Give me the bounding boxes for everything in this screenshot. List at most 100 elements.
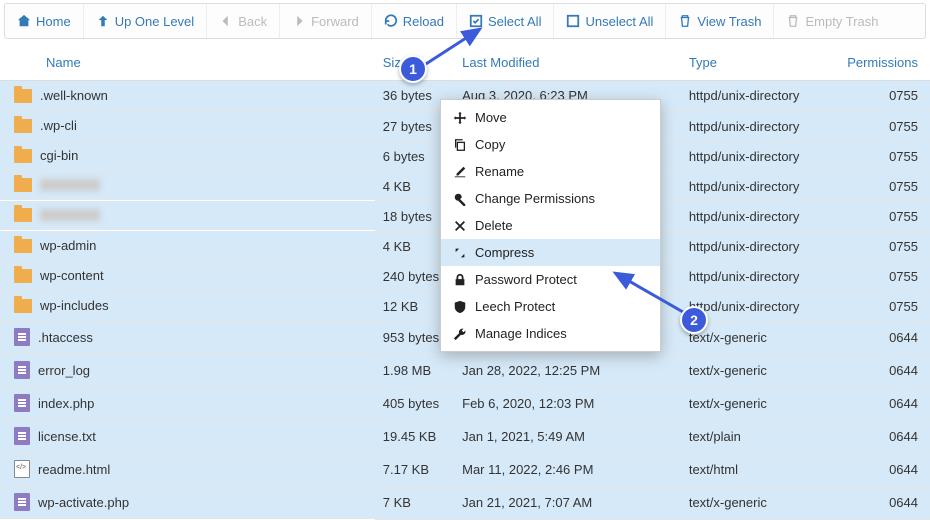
file-permissions: 0644 [839,321,930,354]
compress-icon [453,246,467,260]
up-one-level-button[interactable]: Up One Level [84,4,208,38]
column-name[interactable]: Name [0,45,375,81]
view-trash-button[interactable]: View Trash [666,4,774,38]
unselect-all-label: Unselect All [585,14,653,29]
file-icon [14,493,30,511]
file-name: .wp-cli [40,118,77,133]
file-type: httpd/unix-directory [681,201,839,231]
folder-icon [14,239,32,253]
table-row[interactable]: error_log 1.98 MB Jan 28, 2022, 12:25 PM… [0,354,930,387]
file-name: wp-includes [40,298,109,313]
file-name: index.php [38,396,94,411]
menu-item-copy[interactable]: Copy [441,131,660,158]
file-type: httpd/unix-directory [681,111,839,141]
table-row[interactable]: license.txt 19.45 KB Jan 1, 2021, 5:49 A… [0,420,930,453]
file-name: error_log [38,363,90,378]
file-type: httpd/unix-directory [681,171,839,201]
back-arrow-icon [219,14,233,28]
move-icon [453,111,467,125]
empty-trash-label: Empty Trash [805,14,878,29]
home-button[interactable]: Home [5,4,84,38]
copy-icon [453,138,467,152]
menu-item-label: Delete [475,218,513,233]
trash-icon [786,14,800,28]
folder-icon [14,208,32,222]
file-size: 7.17 KB [375,453,454,486]
forward-label: Forward [311,14,359,29]
file-modified: Feb 6, 2020, 12:03 PM [454,387,681,420]
file-name: .well-known [40,88,108,103]
lock-icon [453,273,467,287]
folder-icon [14,89,32,103]
file-permissions: 0755 [839,81,930,112]
home-icon [17,14,31,28]
folder-icon [14,149,32,163]
file-name: license.txt [38,429,96,444]
file-permissions: 0755 [839,111,930,141]
file-name: readme.html [38,462,110,477]
file-size: 405 bytes [375,387,454,420]
menu-item-label: Rename [475,164,524,179]
file-name: cgi-bin [40,148,78,163]
menu-item-change-permissions[interactable]: Change Permissions [441,185,660,212]
file-permissions: 0644 [839,354,930,387]
column-permissions[interactable]: Permissions [839,45,930,81]
home-label: Home [36,14,71,29]
file-type: text/plain [681,420,839,453]
table-row[interactable]: readme.html 7.17 KB Mar 11, 2022, 2:46 P… [0,453,930,486]
menu-item-label: Password Protect [475,272,577,287]
view-trash-label: View Trash [697,14,761,29]
shield-icon [453,300,467,314]
file-type: text/html [681,453,839,486]
file-permissions: 0755 [839,171,930,201]
file-modified: Jan 1, 2021, 5:49 AM [454,420,681,453]
column-type[interactable]: Type [681,45,839,81]
file-permissions: 0755 [839,141,930,171]
menu-item-delete[interactable]: Delete [441,212,660,239]
menu-item-move[interactable]: Move [441,104,660,131]
empty-trash-button: Empty Trash [774,4,890,38]
file-permissions: 0755 [839,201,930,231]
folder-icon [14,178,32,192]
file-size: 1.98 MB [375,354,454,387]
menu-item-label: Compress [475,245,534,260]
file-type: httpd/unix-directory [681,231,839,261]
folder-icon [14,119,32,133]
annotation-badge-1: 1 [399,55,427,83]
file-type: httpd/unix-directory [681,81,839,112]
file-permissions: 0644 [839,453,930,486]
file-name: .htaccess [38,330,93,345]
menu-item-rename[interactable]: Rename [441,158,660,185]
file-name: wp-admin [40,238,96,253]
forward-button: Forward [280,4,372,38]
rename-icon [453,165,467,179]
back-label: Back [238,14,267,29]
table-row[interactable]: index.php 405 bytes Feb 6, 2020, 12:03 P… [0,387,930,420]
file-modified: Mar 11, 2022, 2:46 PM [454,453,681,486]
file-icon [14,328,30,346]
unselect-all-button[interactable]: Unselect All [554,4,666,38]
up-arrow-icon [96,14,110,28]
menu-item-label: Manage Indices [475,326,567,341]
menu-item-label: Leech Protect [475,299,555,314]
file-type: text/x-generic [681,354,839,387]
file-name: wp-activate.php [38,495,129,510]
up-label: Up One Level [115,14,195,29]
delete-icon [453,219,467,233]
menu-item-label: Copy [475,137,505,152]
reload-icon [384,14,398,28]
menu-item-label: Change Permissions [475,191,595,206]
file-modified: Jan 28, 2022, 12:25 PM [454,354,681,387]
file-permissions: 0644 [839,420,930,453]
file-icon [14,427,30,445]
file-permissions: 0644 [839,387,930,420]
menu-item-label: Move [475,110,507,125]
back-button: Back [207,4,280,38]
file-type: httpd/unix-directory [681,141,839,171]
forward-arrow-icon [292,14,306,28]
file-icon [14,394,30,412]
file-type: text/x-generic [681,387,839,420]
folder-icon [14,269,32,283]
annotation-badge-2: 2 [680,306,708,334]
trash-icon [678,14,692,28]
